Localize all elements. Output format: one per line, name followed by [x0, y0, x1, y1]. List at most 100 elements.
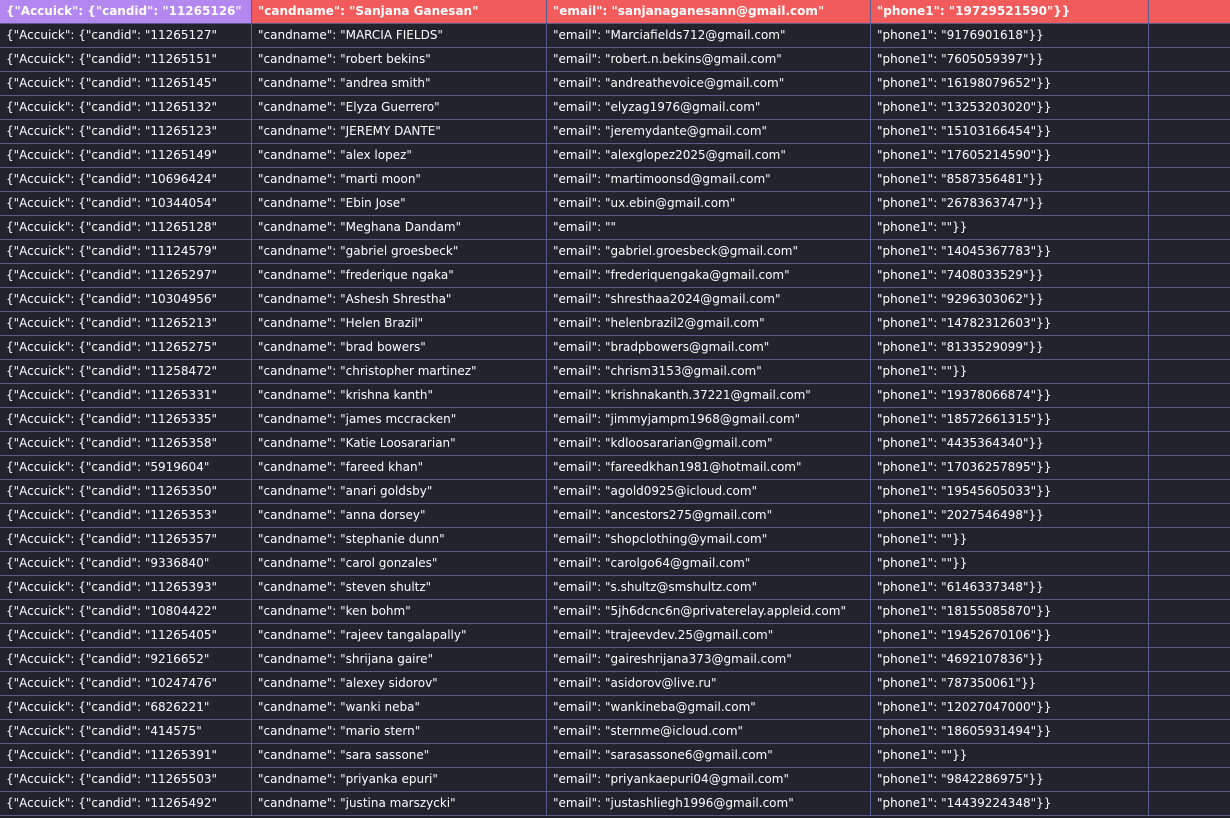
cell-candid[interactable]: {"Accuick": {"candid": "10804422": [0, 600, 252, 623]
cell-phone[interactable]: "phone1": "19545605033"}}: [871, 480, 1149, 503]
cell-candid[interactable]: {"Accuick": {"candid": "11265213": [0, 312, 252, 335]
cell-candname[interactable]: "candname": "rajeev tangalapally": [252, 624, 547, 647]
cell-candname[interactable]: "candname": "anna dorsey": [252, 504, 547, 527]
cell-empty[interactable]: [1149, 504, 1230, 527]
cell-candname[interactable]: "candname": "mario stern": [252, 720, 547, 743]
cell-email[interactable]: "email": "ancestors275@gmail.com": [547, 504, 871, 527]
cell-candid[interactable]: {"Accuick": {"candid": "11265132": [0, 96, 252, 119]
cell-candid[interactable]: {"Accuick": {"candid": "11265149": [0, 144, 252, 167]
header-cell-candid[interactable]: {"Accuick": {"candid": "11265126": [0, 0, 252, 23]
cell-candid[interactable]: {"Accuick": {"candid": "6826221": [0, 696, 252, 719]
cell-phone[interactable]: "phone1": "9296303062"}}: [871, 288, 1149, 311]
cell-phone[interactable]: "phone1": "7605059397"}}: [871, 48, 1149, 71]
cell-empty[interactable]: [1149, 768, 1230, 791]
cell-email[interactable]: "email": "agold0925@icloud.com": [547, 480, 871, 503]
cell-phone[interactable]: "phone1": "9842286975"}}: [871, 768, 1149, 791]
cell-email[interactable]: "email": "jeremydante@gmail.com": [547, 120, 871, 143]
cell-phone[interactable]: "phone1": "2027546498"}}: [871, 504, 1149, 527]
cell-phone[interactable]: "phone1": "18605931494"}}: [871, 720, 1149, 743]
cell-candid[interactable]: {"Accuick": {"candid": "11265391": [0, 744, 252, 767]
cell-email[interactable]: "email": "s.shultz@smshultz.com": [547, 576, 871, 599]
cell-email[interactable]: "email": "gabriel.groesbeck@gmail.com": [547, 240, 871, 263]
cell-candid[interactable]: {"Accuick": {"candid": "11124579": [0, 240, 252, 263]
cell-phone[interactable]: "phone1": "17605214590"}}: [871, 144, 1149, 167]
cell-candname[interactable]: "candname": "steven shultz": [252, 576, 547, 599]
cell-empty[interactable]: [1149, 336, 1230, 359]
cell-empty[interactable]: [1149, 240, 1230, 263]
header-cell-phone[interactable]: "phone1": "19729521590"}}: [871, 0, 1149, 23]
cell-empty[interactable]: [1149, 120, 1230, 143]
cell-empty[interactable]: [1149, 408, 1230, 431]
cell-candid[interactable]: {"Accuick": {"candid": "11265127": [0, 24, 252, 47]
cell-email[interactable]: "email": "gaireshrijana373@gmail.com": [547, 648, 871, 671]
cell-phone[interactable]: "phone1": "19452670106"}}: [871, 624, 1149, 647]
cell-empty[interactable]: [1149, 168, 1230, 191]
cell-candname[interactable]: "candname": "krishna kanth": [252, 384, 547, 407]
cell-candname[interactable]: "candname": "Helen Brazil": [252, 312, 547, 335]
cell-candname[interactable]: "candname": "shrijana gaire": [252, 648, 547, 671]
cell-email[interactable]: "email": "asidorov@live.ru": [547, 672, 871, 695]
cell-email[interactable]: "email": "sarasassone6@gmail.com": [547, 744, 871, 767]
cell-empty[interactable]: [1149, 672, 1230, 695]
cell-candid[interactable]: {"Accuick": {"candid": "11265357": [0, 528, 252, 551]
cell-candname[interactable]: "candname": "Meghana Dandam": [252, 216, 547, 239]
cell-email[interactable]: "email": "Marciafields712@gmail.com": [547, 24, 871, 47]
cell-candname[interactable]: "candname": "carol gonzales": [252, 552, 547, 575]
cell-email[interactable]: "email": "martimoonsd@gmail.com": [547, 168, 871, 191]
cell-empty[interactable]: [1149, 360, 1230, 383]
cell-empty[interactable]: [1149, 456, 1230, 479]
cell-candname[interactable]: "candname": "alexey sidorov": [252, 672, 547, 695]
cell-phone[interactable]: "phone1": "18155085870"}}: [871, 600, 1149, 623]
cell-empty[interactable]: [1149, 48, 1230, 71]
cell-candid[interactable]: {"Accuick": {"candid": "11265145": [0, 72, 252, 95]
cell-candid[interactable]: {"Accuick": {"candid": "10696424": [0, 168, 252, 191]
cell-candid[interactable]: {"Accuick": {"candid": "11265151": [0, 48, 252, 71]
cell-phone[interactable]: "phone1": "4435364340"}}: [871, 432, 1149, 455]
cell-candname[interactable]: "candname": "Katie Loosararian": [252, 432, 547, 455]
cell-empty[interactable]: [1149, 528, 1230, 551]
cell-candid[interactable]: {"Accuick": {"candid": "10304956": [0, 288, 252, 311]
cell-candid[interactable]: {"Accuick": {"candid": "11265335": [0, 408, 252, 431]
cell-email[interactable]: "email": "5jh6dcnc6n@privaterelay.applei…: [547, 600, 871, 623]
cell-empty[interactable]: [1149, 600, 1230, 623]
cell-candname[interactable]: "candname": "Ashesh Shrestha": [252, 288, 547, 311]
cell-empty[interactable]: [1149, 96, 1230, 119]
cell-candid[interactable]: {"Accuick": {"candid": "10344054": [0, 192, 252, 215]
cell-candid[interactable]: {"Accuick": {"candid": "11265297": [0, 264, 252, 287]
cell-email[interactable]: "email": "trajeevdev.25@gmail.com": [547, 624, 871, 647]
cell-empty[interactable]: [1149, 552, 1230, 575]
cell-candname[interactable]: "candname": "stephanie dunn": [252, 528, 547, 551]
cell-phone[interactable]: "phone1": ""}}: [871, 744, 1149, 767]
cell-candid[interactable]: {"Accuick": {"candid": "11265358": [0, 432, 252, 455]
cell-phone[interactable]: "phone1": "9176901618"}}: [871, 24, 1149, 47]
cell-email[interactable]: "email": "helenbrazil2@gmail.com": [547, 312, 871, 335]
cell-candname[interactable]: "candname": "Ebin Jose": [252, 192, 547, 215]
cell-email[interactable]: "email": "bradpbowers@gmail.com": [547, 336, 871, 359]
cell-empty[interactable]: [1149, 648, 1230, 671]
cell-candname[interactable]: "candname": "MARCIA FIELDS": [252, 24, 547, 47]
cell-candid[interactable]: {"Accuick": {"candid": "9216652": [0, 648, 252, 671]
cell-candid[interactable]: {"Accuick": {"candid": "11265331": [0, 384, 252, 407]
cell-candid[interactable]: {"Accuick": {"candid": "414575": [0, 720, 252, 743]
cell-candid[interactable]: {"Accuick": {"candid": "10247476": [0, 672, 252, 695]
cell-phone[interactable]: "phone1": "8133529099"}}: [871, 336, 1149, 359]
cell-candname[interactable]: "candname": "wanki neba": [252, 696, 547, 719]
cell-candname[interactable]: "candname": "christopher martinez": [252, 360, 547, 383]
cell-email[interactable]: "email": "justashliegh1996@gmail.com": [547, 792, 871, 815]
cell-empty[interactable]: [1149, 480, 1230, 503]
header-cell-candname[interactable]: "candname": "Sanjana Ganesan": [252, 0, 547, 23]
cell-empty[interactable]: [1149, 24, 1230, 47]
cell-phone[interactable]: "phone1": "14045367783"}}: [871, 240, 1149, 263]
cell-candname[interactable]: "candname": "fareed khan": [252, 456, 547, 479]
cell-email[interactable]: "email": "carolgo64@gmail.com": [547, 552, 871, 575]
cell-candname[interactable]: "candname": "robert bekins": [252, 48, 547, 71]
cell-empty[interactable]: [1149, 312, 1230, 335]
cell-phone[interactable]: "phone1": ""}}: [871, 216, 1149, 239]
cell-empty[interactable]: [1149, 384, 1230, 407]
cell-candid[interactable]: {"Accuick": {"candid": "11265128": [0, 216, 252, 239]
cell-email[interactable]: "email": "kdloosararian@gmail.com": [547, 432, 871, 455]
cell-phone[interactable]: "phone1": ""}}: [871, 528, 1149, 551]
cell-empty[interactable]: [1149, 144, 1230, 167]
cell-phone[interactable]: "phone1": "14439224348"}}: [871, 792, 1149, 815]
cell-email[interactable]: "email": "elyzag1976@gmail.com": [547, 96, 871, 119]
